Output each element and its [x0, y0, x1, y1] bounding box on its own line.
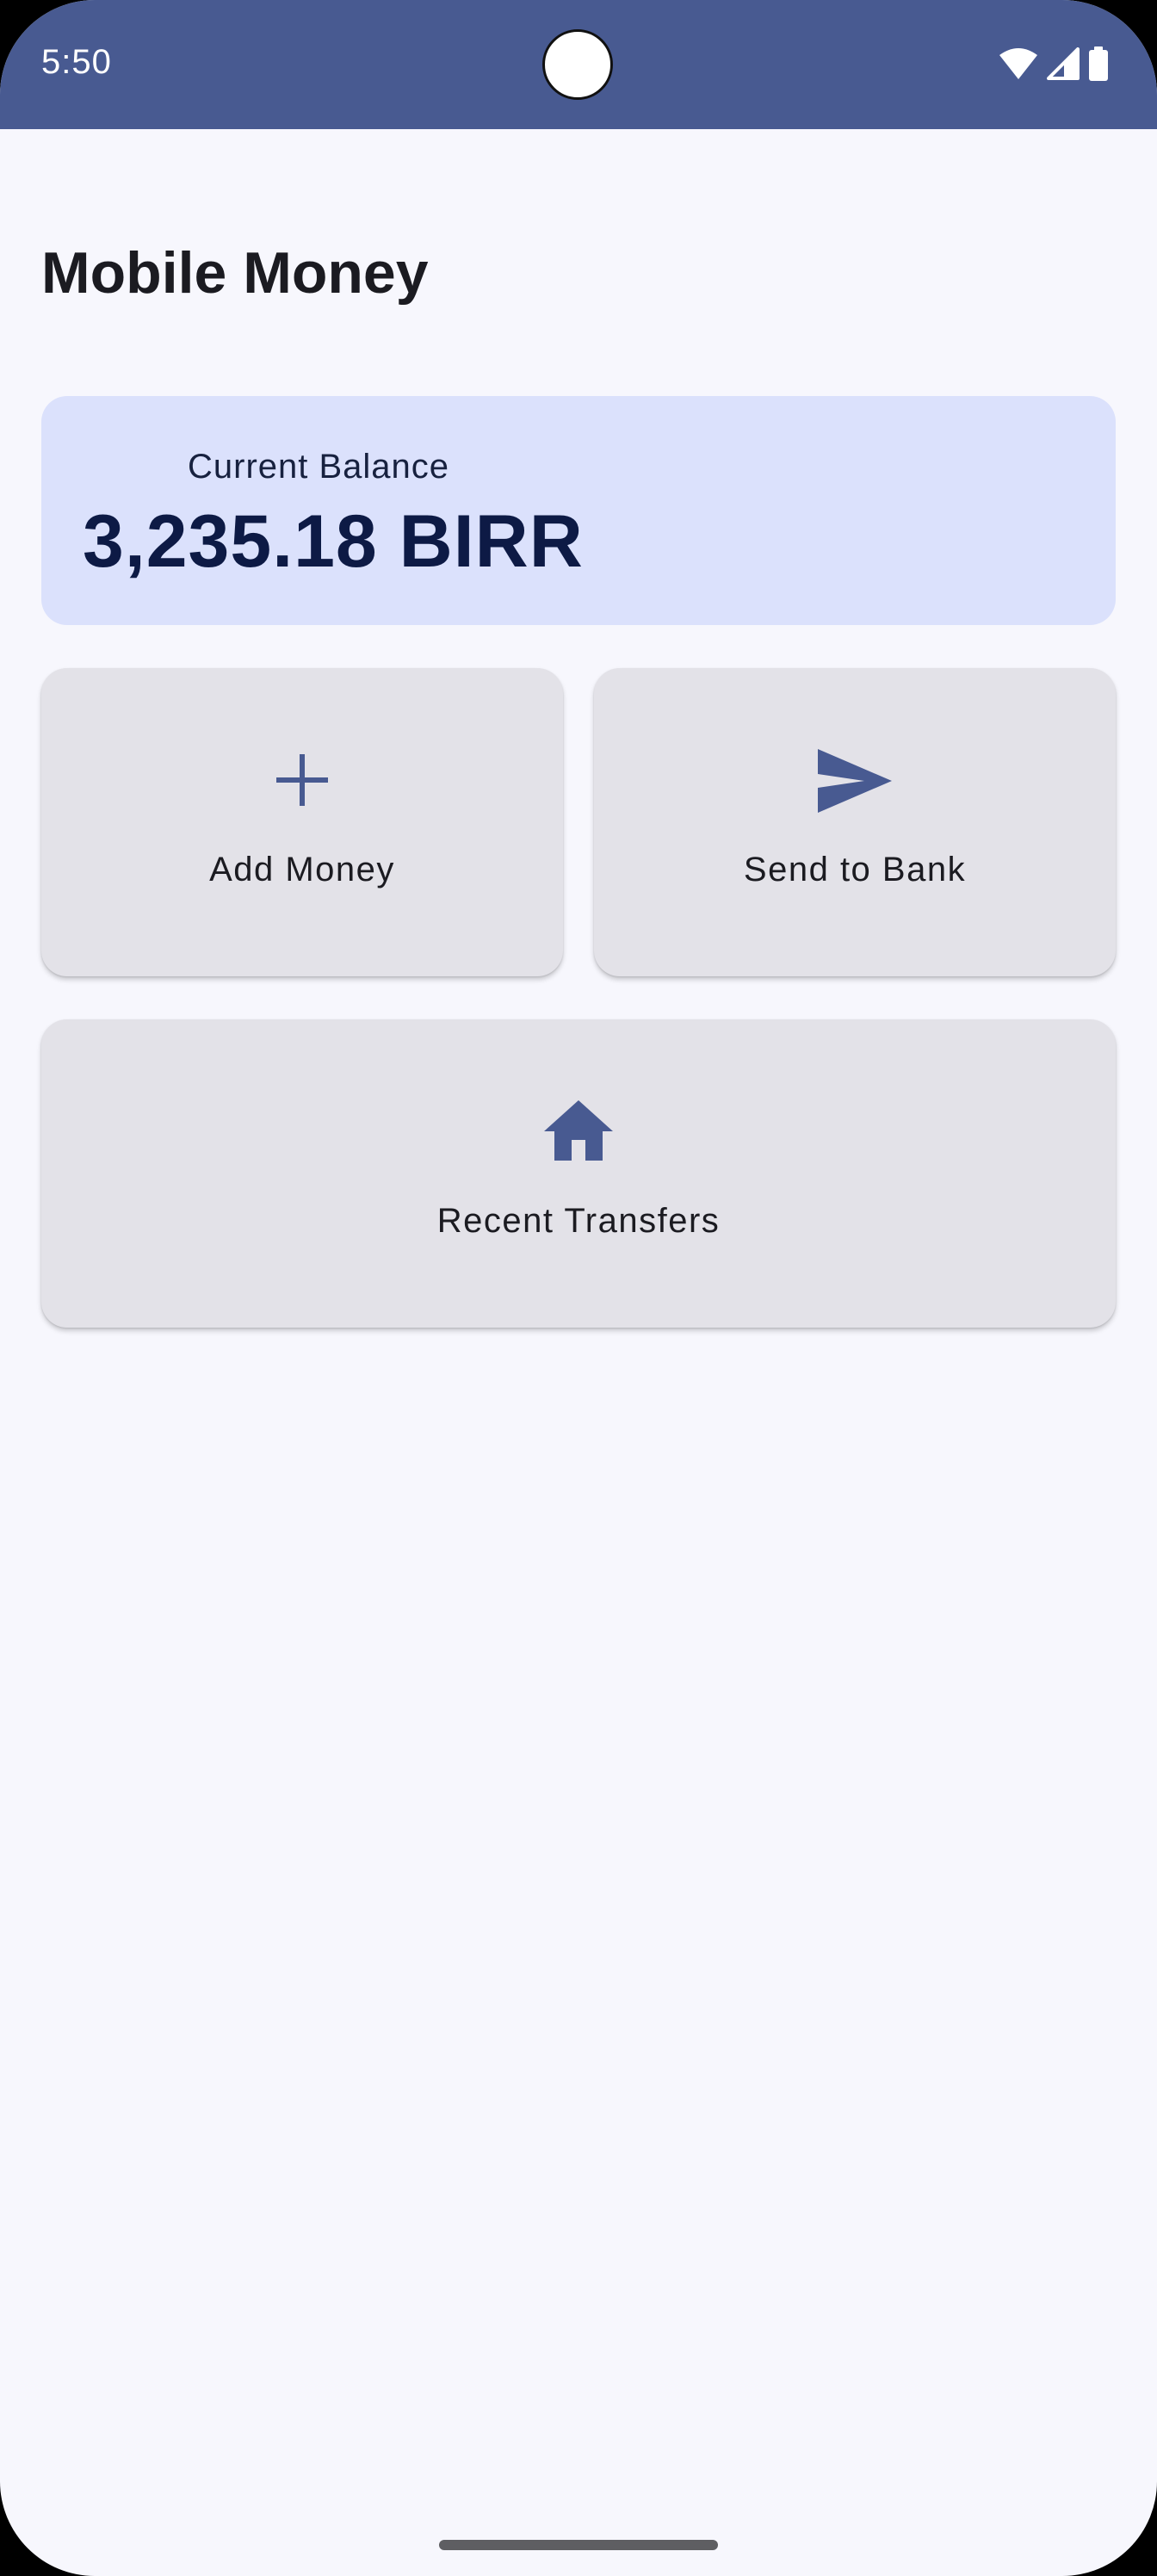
plus-icon	[276, 754, 328, 810]
send-to-bank-label: Send to Bank	[743, 851, 967, 889]
status-time: 5:50	[41, 43, 112, 81]
add-money-button[interactable]: Add Money	[41, 668, 563, 976]
home-icon	[544, 1100, 613, 1165]
balance-card: Current Balance 3,235.18 BIRR	[41, 396, 1116, 625]
phone-screen: 5:50 Mobile Money Current Balance 3,235.…	[0, 0, 1157, 2576]
status-bar: 5:50	[0, 0, 1157, 129]
send-icon	[818, 749, 892, 817]
home-indicator[interactable]	[439, 2540, 718, 2550]
send-to-bank-button[interactable]: Send to Bank	[594, 668, 1116, 976]
battery-icon	[1088, 46, 1109, 81]
recent-transfers-label: Recent Transfers	[436, 1202, 721, 1240]
balance-value: 3,235.18 BIRR	[83, 500, 584, 583]
status-icons	[999, 46, 1109, 81]
page-title: Mobile Money	[41, 240, 429, 306]
balance-label: Current Balance	[188, 448, 450, 486]
wifi-icon	[999, 47, 1038, 80]
add-money-label: Add Money	[209, 851, 395, 889]
camera-cutout	[542, 29, 613, 100]
cellular-signal-icon	[1047, 47, 1080, 80]
recent-transfers-button[interactable]: Recent Transfers	[41, 1019, 1116, 1328]
